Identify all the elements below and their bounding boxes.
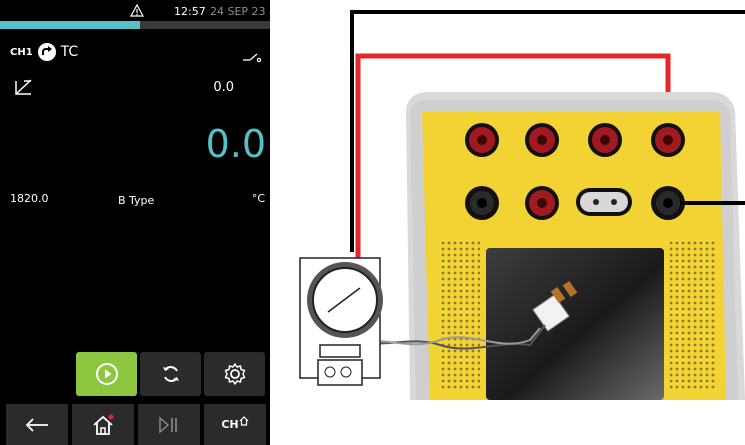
- back-arrow-icon: [25, 417, 48, 432]
- channel-header[interactable]: CH1 TC: [10, 42, 78, 62]
- device-screen: 12:57 24 SEP 23 CH1 TC 0.0 0.0 1820.0 B …: [0, 0, 270, 445]
- aux-reading: 0.0: [213, 80, 234, 95]
- back-button[interactable]: [6, 404, 68, 445]
- channel-label: CH1: [10, 46, 33, 58]
- range-max: 1820.0: [10, 192, 49, 205]
- link-switch-icon[interactable]: [242, 51, 264, 63]
- play-circle-icon: [95, 363, 118, 385]
- status-date: 24 SEP 23: [210, 5, 266, 18]
- channel-home-button[interactable]: CH: [204, 404, 266, 445]
- thermocouple-type: B Type: [118, 194, 155, 207]
- play-button[interactable]: [76, 352, 137, 396]
- gear-icon: [224, 363, 245, 385]
- refresh-icon: [162, 366, 179, 382]
- channel-type: TC: [60, 44, 79, 60]
- status-time: 12:57: [174, 5, 206, 18]
- wiring-diagram: [299, 10, 745, 400]
- main-reading: 0.0: [205, 122, 266, 166]
- refresh-button[interactable]: [140, 352, 201, 396]
- progress-fill: [0, 21, 141, 29]
- play-pause-button[interactable]: [138, 404, 200, 445]
- status-bar: 12:57 24 SEP 23: [0, 0, 270, 22]
- home-button[interactable]: [72, 404, 134, 445]
- ch-label: CH: [221, 418, 239, 431]
- settings-button[interactable]: [204, 352, 265, 396]
- bottom-nav: CH: [0, 404, 270, 445]
- zero-tare-icon[interactable]: [14, 78, 34, 96]
- home-icon: [93, 414, 114, 435]
- source-arrow-icon: [37, 43, 56, 61]
- unit-label: °C: [251, 192, 265, 205]
- progress-bar: [0, 21, 270, 29]
- play-pause-icon: [159, 415, 177, 434]
- calibrator-display: [486, 248, 664, 400]
- mini-home-icon: [239, 415, 249, 426]
- warning-triangle-icon: [130, 4, 144, 17]
- field-transmitter: [299, 257, 383, 386]
